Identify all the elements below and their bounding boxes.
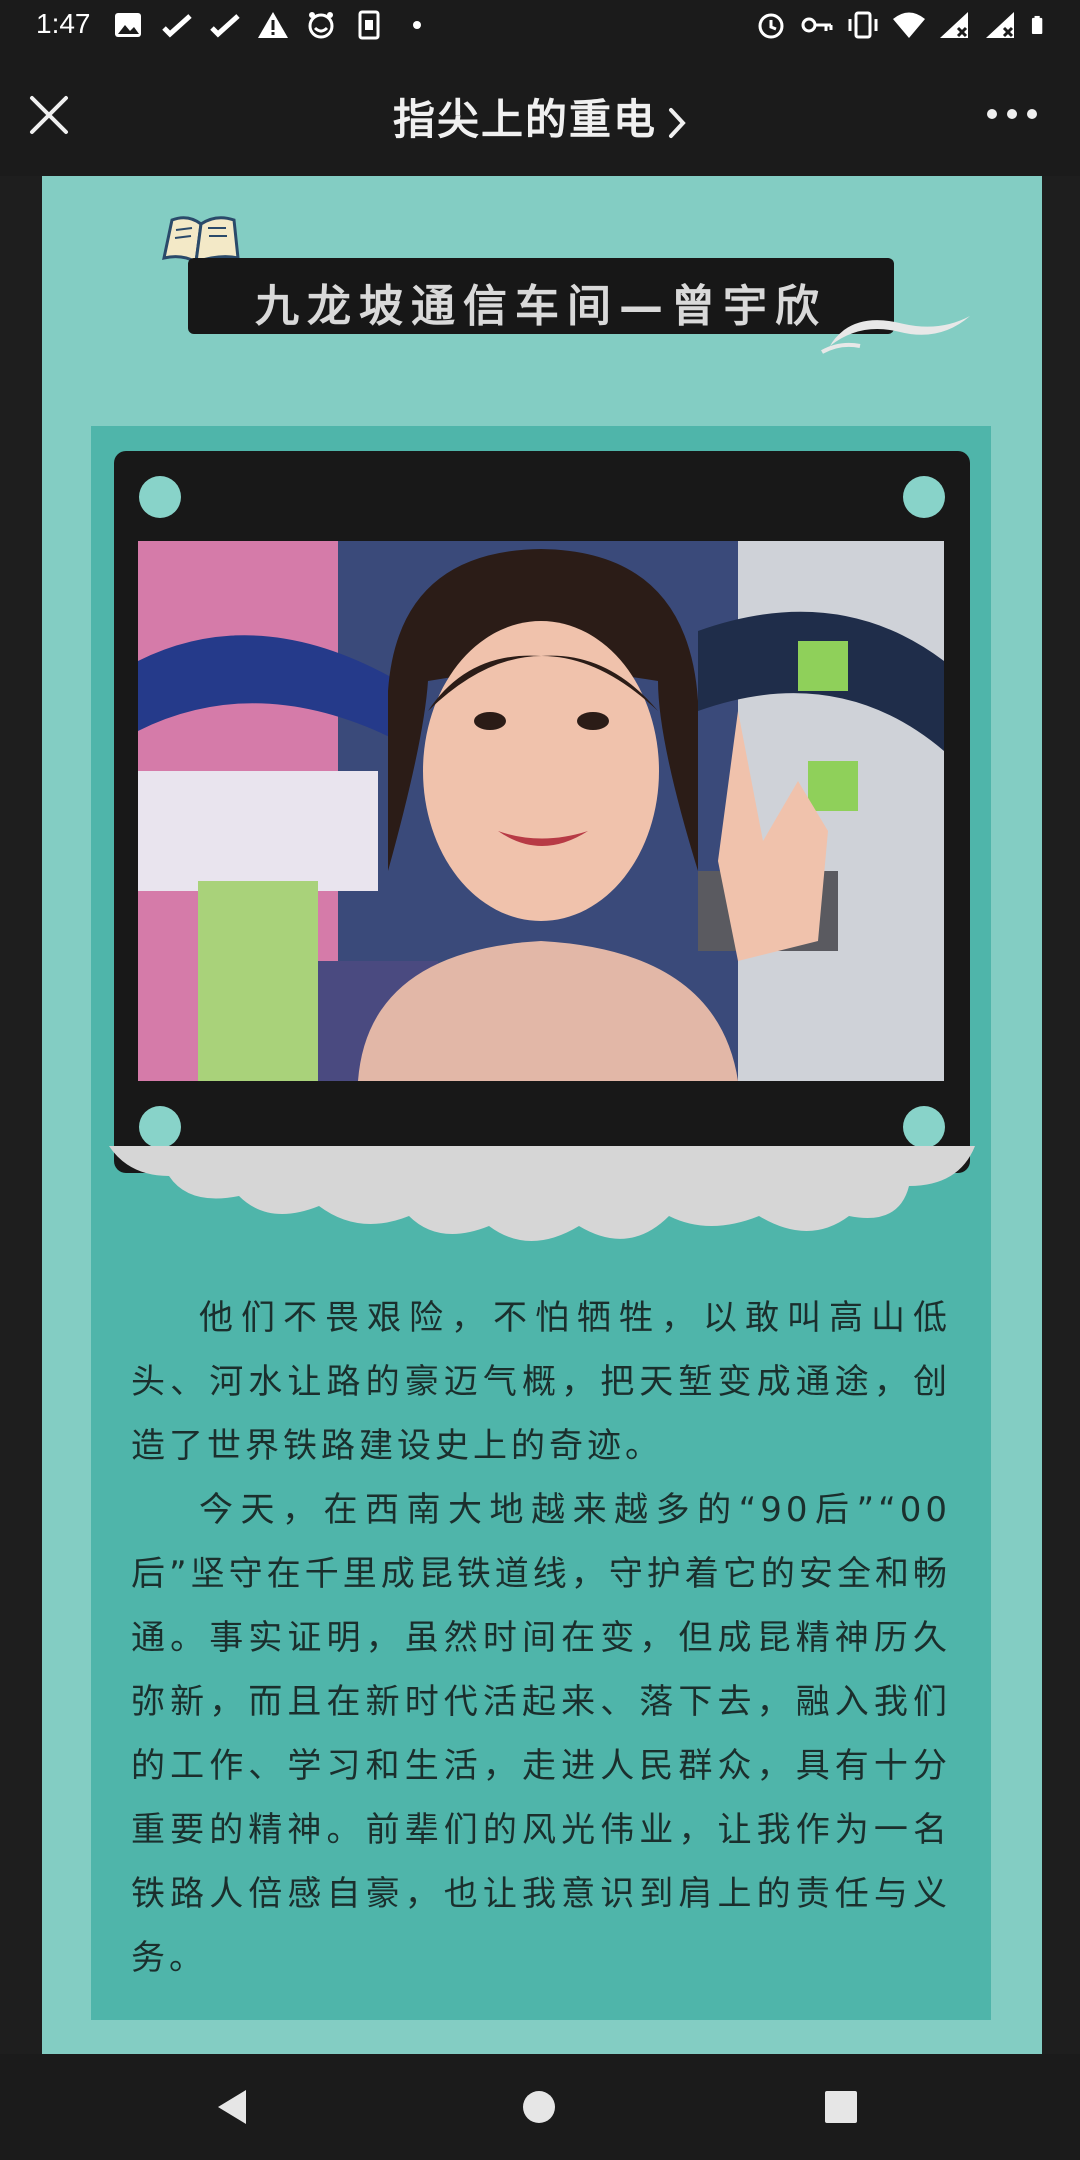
page-title: 指尖上的重电 [392, 95, 657, 144]
article-paragraph: 今天，在西南大地越来越多的“90后”“00后”坚守在千里成昆铁道线，守护着它的安… [131, 1490, 951, 1978]
battery-icon [1031, 15, 1043, 35]
key-icon [801, 17, 833, 33]
alarm-icon [758, 13, 784, 39]
sim-icon [358, 10, 380, 40]
article-panel: 九龙坡通信车间—曾宇欣 他们不畏艰险，不怕牺牲，以敢叫高山低头、河水让路的豪迈气… [42, 176, 1042, 2054]
cloud-decoration [109, 1146, 975, 1241]
recents-icon[interactable] [818, 2084, 864, 2130]
frame-dot [903, 476, 945, 518]
title-bar: 指尖上的重电 [0, 52, 1080, 176]
signal-icon [940, 12, 968, 38]
photo-illustration [138, 541, 944, 1081]
frame-dot [139, 476, 181, 518]
face-icon [308, 12, 334, 39]
vibrate-icon [848, 11, 878, 39]
banner: 九龙坡通信车间—曾宇欣 [188, 258, 894, 334]
ribbon-decoration [821, 316, 970, 354]
status-right-icons [754, 10, 1052, 40]
article-content[interactable]: 九龙坡通信车间—曾宇欣 他们不畏艰险，不怕牺牲，以敢叫高山低头、河水让路的豪迈气… [0, 176, 1080, 2054]
frame-dot [903, 1106, 945, 1148]
portrait-photo[interactable] [138, 541, 944, 1081]
image-icon [115, 13, 141, 37]
status-bar: 1:47 [0, 0, 1080, 52]
system-navigation-bar [0, 2054, 1080, 2160]
frame-dot [139, 1106, 181, 1148]
article-paragraph: 他们不畏艰险，不怕牺牲，以敢叫高山低头、河水让路的豪迈气概，把天堑变成通途，创造… [131, 1298, 951, 1466]
warning-icon [258, 12, 288, 38]
dot-icon [413, 21, 421, 29]
more-icon[interactable] [984, 104, 1040, 124]
photo-frame [114, 451, 970, 1173]
check-icon [162, 14, 192, 38]
home-icon[interactable] [516, 2084, 562, 2130]
signal-icon [986, 12, 1014, 38]
chevron-right-icon [669, 107, 686, 138]
inner-card: 他们不畏艰险，不怕牺牲，以敢叫高山低头、河水让路的豪迈气概，把天堑变成通途，创造… [91, 426, 991, 2020]
banner-title: 九龙坡通信车间—曾宇欣 [255, 281, 827, 332]
wifi-icon [893, 12, 925, 38]
article-body: 他们不畏艰险，不怕牺牲，以敢叫高山低头、河水让路的豪迈气概，把天堑变成通途，创造… [131, 1286, 951, 1990]
status-left-icons [112, 10, 434, 40]
status-time: 1:47 [36, 8, 91, 39]
page-title-link[interactable]: 指尖上的重电 [0, 86, 1080, 147]
check-icon [210, 14, 240, 38]
back-icon[interactable] [210, 2084, 256, 2130]
